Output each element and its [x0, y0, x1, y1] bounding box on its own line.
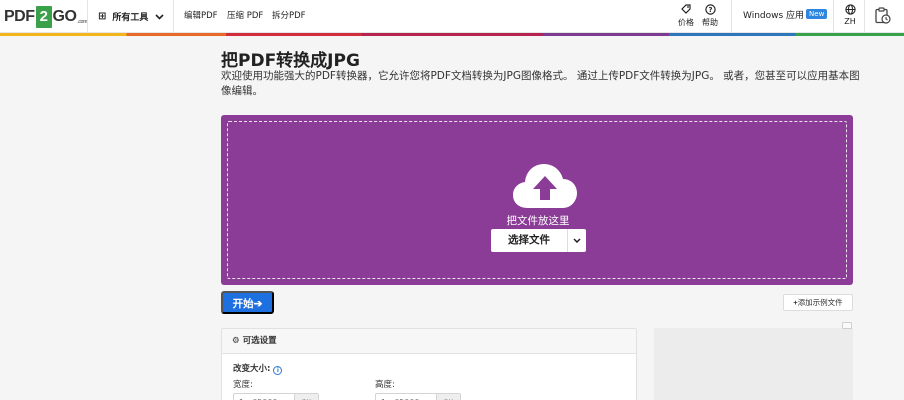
nav-divider: [731, 0, 732, 33]
nav-link-compress-pdf[interactable]: 压缩 PDF: [227, 0, 263, 33]
language-selector[interactable]: ZH: [838, 4, 862, 26]
optional-settings-title: 可选设置: [242, 336, 277, 346]
resize-label-text: 改变大小:: [233, 364, 271, 374]
page-description: 欢迎使用功能强大的PDF转换器，它允许您将PDF文档转换为JPG图像格式。 通过…: [221, 70, 860, 97]
logo-text-pdf: PDF: [4, 8, 35, 25]
pricing-label: 价格: [678, 18, 694, 27]
resize-label: 改变大小: i: [233, 362, 283, 375]
tag-icon: [674, 4, 698, 17]
choose-file-button-group: 选择文件: [491, 229, 586, 252]
logo-mark: 2: [35, 6, 52, 28]
height-input[interactable]: [376, 394, 436, 400]
brand-color-stripe: [0, 33, 904, 36]
width-unit: px: [294, 394, 318, 400]
new-badge: New: [806, 9, 828, 19]
grid-icon: ⊞: [98, 11, 107, 22]
page-title: 把PDF转换成JPG: [221, 51, 360, 71]
width-label: 宽度:: [233, 380, 253, 390]
height-label: 高度:: [375, 380, 395, 390]
start-label: 开始: [232, 298, 254, 310]
language-label: ZH: [844, 17, 856, 26]
chevron-down-icon: [573, 238, 581, 243]
optional-settings-header[interactable]: ⚙ 可选设置: [222, 329, 636, 354]
gears-icon: ⚙: [232, 336, 240, 346]
add-sample-file-button[interactable]: +添加示例文件: [783, 294, 853, 311]
chevron-down-icon: [155, 13, 164, 20]
logo[interactable]: PDF 2 GO .com: [4, 6, 88, 28]
top-navigation: PDF 2 GO .com ⊞ 所有工具 编辑PDF 压缩 PDF 拆分PDF 价格 …: [0, 0, 904, 33]
ad-close-icon[interactable]: [842, 322, 852, 329]
nav-divider: [833, 0, 834, 33]
help-button[interactable]: ? 帮助: [698, 4, 722, 28]
start-button[interactable]: 开始➔: [221, 291, 274, 314]
height-unit: px: [436, 394, 460, 400]
nav-link-edit-pdf[interactable]: 编辑PDF: [184, 0, 218, 33]
height-field: px: [375, 393, 461, 400]
choose-file-dropdown-toggle[interactable]: [567, 229, 586, 252]
all-tools-menu[interactable]: ⊞ 所有工具: [98, 0, 164, 33]
clipboard-clock-icon[interactable]: [874, 7, 891, 24]
nav-divider: [864, 0, 865, 33]
arrow-right-icon: ➔: [253, 298, 263, 310]
question-circle-icon: ?: [698, 4, 722, 17]
optional-settings-panel: ⚙可选设置 改变大小:i 宽度: px 高度: px: [221, 328, 637, 400]
drop-zone-border: 把文件放这里 选择文件: [227, 121, 847, 279]
nav-link-split-pdf[interactable]: 拆分PDF: [272, 0, 306, 33]
pricing-button[interactable]: 价格: [674, 4, 698, 28]
windows-app-link[interactable]: Windows 应用 New: [743, 0, 828, 33]
nav-divider: [87, 0, 88, 33]
file-drop-zone[interactable]: 把文件放这里 选择文件: [221, 115, 853, 285]
svg-text:?: ?: [708, 6, 712, 14]
ad-placeholder: [654, 328, 853, 400]
nav-divider: [173, 0, 174, 33]
all-tools-label: 所有工具: [112, 13, 149, 23]
drop-files-text: 把文件放这里: [506, 215, 570, 227]
info-icon[interactable]: i: [273, 366, 283, 375]
globe-icon: [838, 4, 862, 17]
windows-app-label: Windows 应用: [743, 11, 805, 21]
logo-suffix: .com: [77, 19, 88, 25]
choose-file-button[interactable]: 选择文件: [491, 229, 567, 252]
cloud-upload-icon: [513, 164, 577, 208]
add-sample-label: 添加示例文件: [797, 298, 843, 307]
help-label: 帮助: [702, 18, 718, 27]
width-input[interactable]: [234, 394, 294, 400]
width-field: px: [233, 393, 319, 400]
logo-text-go: GO: [52, 8, 77, 25]
